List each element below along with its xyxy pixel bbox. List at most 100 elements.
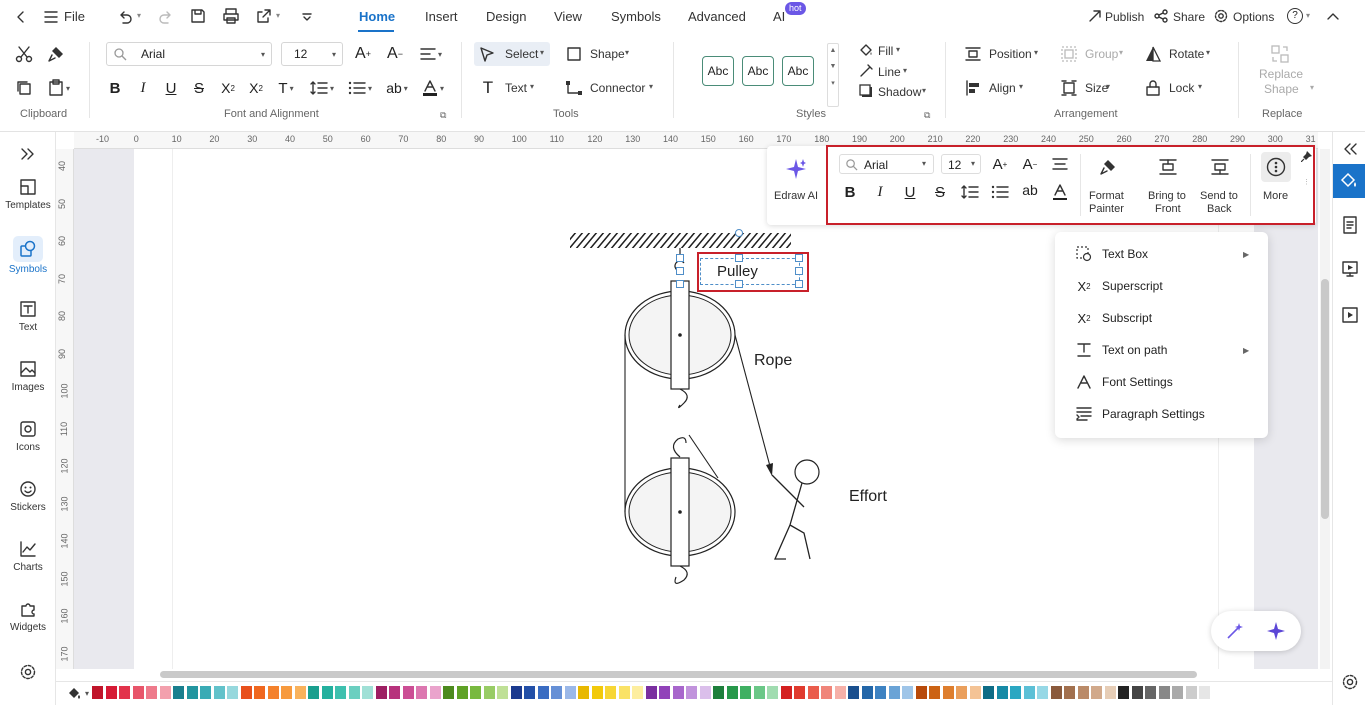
size-label[interactable]: Size [1085,81,1108,95]
increase-font-icon[interactable]: A + [352,44,374,64]
color-swatch[interactable] [740,686,751,699]
sidebar-item-widgets[interactable]: Widgets [0,600,56,633]
options-button[interactable]: Options [1233,10,1274,24]
color-swatch[interactable] [753,686,765,699]
sidebar-item-icons[interactable]: Icons [0,420,56,453]
rope-label[interactable]: Rope [754,352,792,370]
file-menu[interactable]: File [64,9,85,24]
cut-icon[interactable] [14,44,34,64]
color-swatch[interactable] [348,686,360,699]
line-pen-icon[interactable] [858,63,874,79]
color-swatch[interactable] [335,686,346,699]
sparkle-ai-icon[interactable] [783,156,809,182]
color-swatch[interactable] [92,686,103,699]
lock-label[interactable]: Lock [1169,81,1194,95]
sidebar-item-templates[interactable]: Templates [0,178,56,211]
line-label[interactable]: Line [878,65,901,79]
text-tool-icon[interactable]: T [479,78,497,98]
shape-tool-label[interactable]: Shape [590,47,625,61]
menu-item-font-settings[interactable]: Font Settings [1055,368,1268,396]
rotate-label[interactable]: Rotate [1169,47,1204,61]
style-sample-1[interactable]: Abc [702,56,734,86]
copy-icon[interactable] [14,78,34,98]
vertical-scrollbar-thumb[interactable] [1321,279,1329,519]
font-color-icon[interactable]: ▾ [418,78,448,98]
color-swatch[interactable] [713,686,724,699]
color-swatch[interactable] [659,686,670,699]
color-swatch[interactable] [564,686,576,699]
tab-home[interactable]: Home [359,9,395,24]
color-swatch[interactable] [726,686,738,699]
underline-icon[interactable]: U [160,78,182,98]
color-swatch[interactable] [956,686,967,699]
ai-sparkle-icon[interactable] [1265,620,1287,642]
style-scroller[interactable]: ▲ ▼ ▾ [827,43,839,107]
menu-item-superscript[interactable]: X2 Superscript [1055,272,1268,300]
color-swatch[interactable] [510,686,522,699]
fill-color-picker-icon[interactable]: ▾ [66,685,90,701]
color-swatch[interactable] [159,686,171,699]
text-tool-label[interactable]: Text [505,81,527,95]
color-swatch[interactable] [1023,686,1035,699]
color-swatch[interactable] [186,686,198,699]
size-dropdown-icon[interactable]: ▾ [1106,82,1110,91]
color-swatch[interactable] [699,686,711,699]
shadow-label[interactable]: Shadow [878,85,921,99]
connector-dropdown-icon[interactable]: ▾ [649,82,653,91]
color-swatch[interactable] [389,686,400,699]
color-swatch[interactable] [281,686,292,699]
color-swatch[interactable] [780,686,792,699]
bullet-list-icon[interactable]: ▾ [344,78,376,98]
color-swatch[interactable] [1131,686,1143,699]
color-swatch[interactable] [213,686,225,699]
more-quick-icon[interactable] [299,8,315,26]
color-swatch[interactable] [821,686,832,699]
color-swatch[interactable] [672,686,684,699]
color-swatch[interactable] [618,686,630,699]
color-swatch[interactable] [456,686,468,699]
shadow-dropdown-icon[interactable]: ▾ [922,86,926,95]
color-swatch[interactable] [294,686,306,699]
redo-icon[interactable] [157,8,175,26]
collapse-ribbon-icon[interactable] [1325,8,1341,24]
color-swatch[interactable] [578,686,589,699]
color-swatch[interactable] [875,686,886,699]
group-icon[interactable] [1060,44,1078,64]
tab-view[interactable]: View [554,9,582,24]
color-swatch[interactable] [173,686,184,699]
color-swatch[interactable] [1145,686,1156,699]
color-swatch[interactable] [1158,686,1170,699]
position-label[interactable]: Position [989,47,1032,61]
right-settings-gear-icon[interactable] [1341,673,1359,691]
color-swatch[interactable] [591,686,603,699]
help-icon[interactable]: ? [1287,8,1303,24]
line-spacing-icon[interactable]: ▾ [306,78,338,98]
subscript-icon[interactable]: X2 [244,78,268,98]
connector-icon[interactable] [564,78,584,98]
pulley-text-box[interactable]: Pulley [700,258,800,285]
share-icon[interactable] [1153,8,1169,24]
line-dropdown-icon[interactable]: ▾ [903,66,907,75]
sidebar-item-text[interactable]: Text [0,300,56,333]
color-swatch[interactable] [969,686,981,699]
replace-shape-icon[interactable] [1270,44,1290,64]
expand-sidebar-icon[interactable] [18,144,38,164]
tab-design[interactable]: Design [486,9,526,24]
italic-icon[interactable]: I [132,78,154,98]
selection-handle[interactable] [795,280,803,288]
format-brush-icon[interactable] [46,44,66,64]
group-dropdown-icon[interactable]: ▾ [1119,48,1123,57]
shadow-icon[interactable] [858,83,874,99]
back-icon[interactable] [12,8,30,26]
slideshow-icon[interactable] [1341,306,1359,324]
color-swatch[interactable] [362,686,373,699]
undo-dropdown-icon[interactable]: ▾ [137,11,141,20]
print-icon[interactable] [221,7,241,25]
style-sample-2[interactable]: Abc [742,56,774,86]
color-swatch[interactable] [537,686,549,699]
tab-insert[interactable]: Insert [425,9,458,24]
color-swatch[interactable] [632,686,643,699]
replace-shape-label-line2[interactable]: Shape [1264,82,1299,96]
color-swatch[interactable] [848,686,859,699]
connector-tool-label[interactable]: Connector [590,81,645,95]
